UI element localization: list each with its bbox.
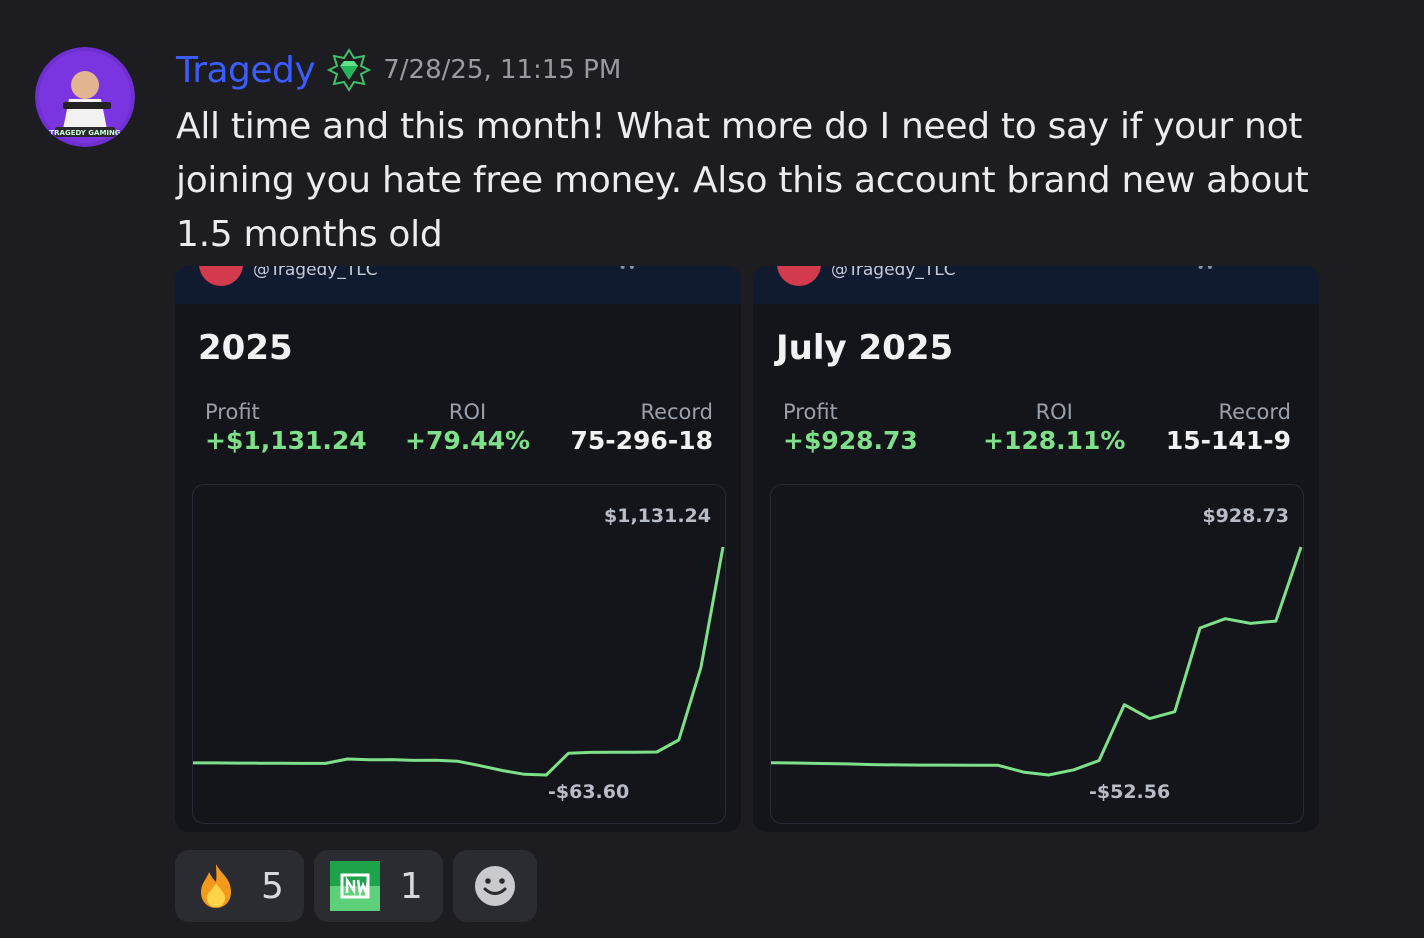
card-body: July 2025 Profit +$928.73 ROI +128.11% R…: [753, 304, 1319, 832]
reaction-count: 5: [261, 865, 284, 907]
profit-label: Profit: [205, 400, 260, 424]
chart-max-label: $928.73: [1202, 505, 1289, 527]
author-avatar[interactable]: TRAGEDY GAMING: [35, 47, 135, 147]
roi-stat: ROI +128.11%: [983, 400, 1125, 455]
card-header: @Tragedy_TLC ••: [175, 266, 741, 304]
record-label: Record: [1218, 400, 1291, 424]
profit-chart: $928.73 -$52.56: [770, 484, 1304, 824]
reaction-fire[interactable]: 5: [175, 850, 304, 922]
card-menu-icon: ••: [1196, 266, 1215, 276]
stats-card-july-2025[interactable]: @Tragedy_TLC •• July 2025 Profit +$928.7…: [753, 266, 1319, 832]
card-handle: @Tragedy_TLC: [253, 266, 378, 280]
profit-value: +$928.73: [783, 426, 918, 455]
profit-chart: $1,131.24 -$63.60: [192, 484, 726, 824]
profit-chart-svg: [193, 546, 725, 777]
card-title: July 2025: [776, 328, 954, 368]
custom-green-emoji-icon: [329, 861, 380, 911]
chart-max-label: $1,131.24: [604, 505, 711, 527]
add-reaction-button[interactable]: [452, 850, 537, 922]
profit-line: [771, 546, 1303, 777]
stats-card-2025[interactable]: @Tragedy_TLC •• 2025 Profit +$1,131.24 R…: [175, 266, 741, 832]
card-avatar: [777, 266, 821, 286]
card-menu-icon: ••: [618, 266, 637, 276]
message-text: All time and this month! What more do I …: [176, 106, 1309, 255]
profit-line: [193, 546, 725, 777]
smiley-icon: [470, 861, 520, 911]
reaction-count: 1: [399, 865, 423, 907]
message-timestamp[interactable]: 7/28/25, 11:15 PM: [383, 55, 621, 85]
card-handle: @Tragedy_TLC: [831, 266, 956, 280]
profit-label: Profit: [783, 400, 838, 424]
roi-value: +128.11%: [983, 426, 1126, 455]
card-title: 2025: [198, 328, 293, 368]
roi-stat: ROI +79.44%: [405, 400, 530, 455]
emerald-badge-icon[interactable]: [326, 48, 372, 92]
record-stat: Record 15-141-9: [1166, 400, 1291, 455]
card-body: 2025 Profit +$1,131.24 ROI +79.44% Recor…: [175, 304, 741, 832]
message-header: Tragedy 7/28/25, 11:15 PM: [176, 48, 621, 92]
record-stat: Record 75-296-18: [570, 400, 713, 455]
roi-label: ROI: [1035, 400, 1073, 424]
profit-stat: Profit +$1,131.24: [205, 400, 367, 455]
card-avatar: [199, 266, 243, 286]
roi-value: +79.44%: [405, 426, 531, 455]
avatar-text: TRAGEDY GAMING: [49, 129, 121, 137]
reaction-custom[interactable]: 1: [313, 850, 443, 922]
roi-label: ROI: [448, 400, 487, 424]
profit-stat: Profit +$928.73: [783, 400, 918, 455]
record-value: 75-296-18: [570, 426, 713, 455]
profit-value: +$1,131.24: [205, 426, 367, 455]
record-value: 15-141-9: [1165, 426, 1291, 455]
profit-chart-svg: [771, 546, 1303, 777]
reactions-bar: 5 1: [175, 850, 537, 922]
card-header: @Tragedy_TLC ••: [753, 266, 1319, 304]
chart-min-label: -$52.56: [1089, 781, 1171, 803]
author-name[interactable]: Tragedy: [176, 50, 316, 91]
record-label: Record: [640, 400, 713, 424]
chart-min-label: -$63.60: [548, 781, 630, 803]
fire-emoji-icon: [191, 861, 241, 911]
